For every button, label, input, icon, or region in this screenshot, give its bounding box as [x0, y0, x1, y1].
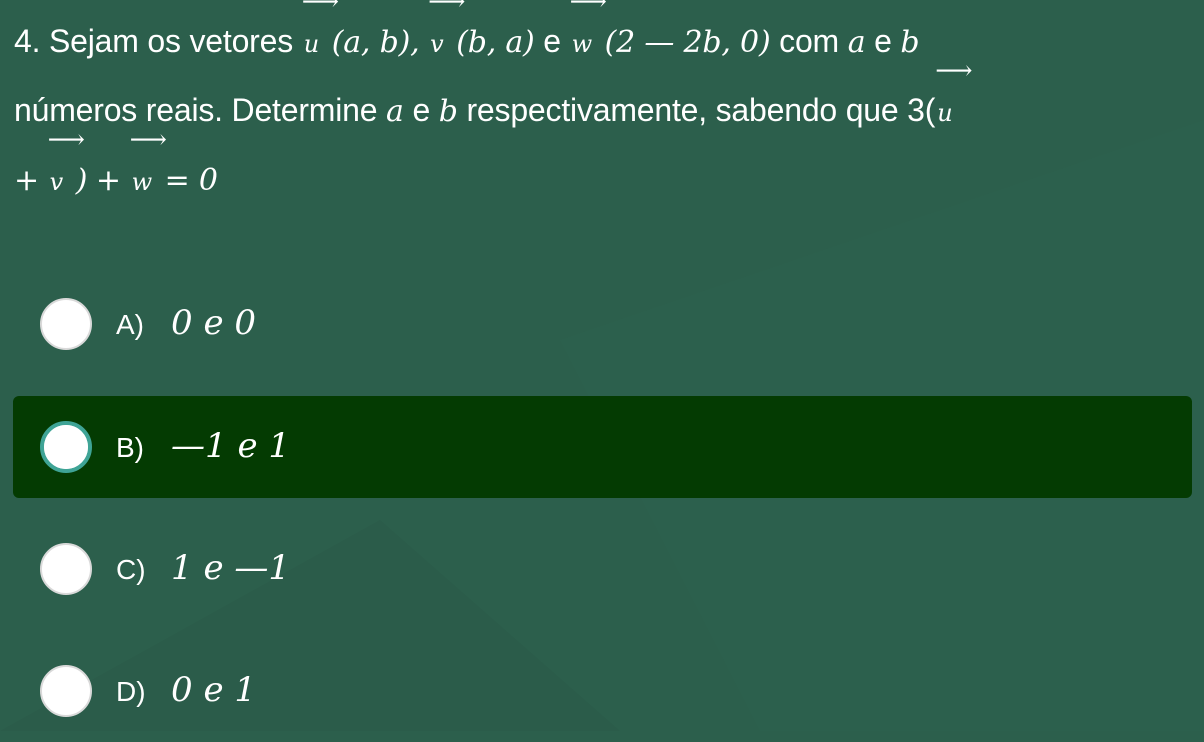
conjunction: e	[412, 92, 431, 128]
question-text: 4. Sejam os vetores ⟶ u (a, b), ⟶ v (b, a)…	[14, 0, 1194, 215]
option-value: 0 e 1	[171, 670, 256, 710]
option-c[interactable]: C) 1 e —1	[13, 518, 1192, 620]
plus-sign: +	[95, 163, 121, 198]
vector-u: ⟶ u	[301, 0, 339, 58]
plus-sign: +	[14, 163, 39, 198]
com-word: com	[779, 23, 840, 59]
option-b[interactable]: B) —1 e 1	[13, 396, 1192, 498]
radio-button-icon[interactable]	[40, 298, 92, 350]
radio-button-icon[interactable]	[40, 665, 92, 717]
vector-v: ⟶ v	[47, 125, 85, 196]
radio-button-selected-icon[interactable]	[40, 421, 92, 473]
equals-zero: = 0	[164, 163, 218, 198]
option-value: —1 e 1	[171, 426, 290, 466]
option-letter: A)	[116, 309, 144, 340]
radio-button-icon[interactable]	[40, 543, 92, 595]
vector-v-components: (b, a)	[456, 25, 535, 60]
option-letter: B)	[116, 432, 144, 463]
variable-a: a	[847, 25, 866, 60]
question-number: 4.	[14, 23, 41, 59]
variable-b: b	[438, 94, 458, 129]
variable-b: b	[900, 25, 920, 60]
option-a[interactable]: A) 0 e 0	[13, 273, 1192, 375]
option-value: 0 e 0	[171, 303, 256, 343]
variable-a: a	[386, 94, 404, 129]
question-line2: números reais. Determine	[14, 92, 378, 128]
vector-w-components: (2 — 2b, 0)	[604, 25, 771, 60]
question-intro: Sejam os vetores	[49, 23, 294, 59]
conjunction: e	[874, 23, 892, 59]
conjunction: e	[543, 23, 561, 59]
option-value: 1 e —1	[171, 548, 290, 588]
vector-u: ⟶ u	[935, 56, 973, 127]
vector-u-components: (a, b),	[331, 25, 420, 60]
question-line2-rest: respectivamente, sabendo que 3(	[466, 92, 936, 128]
option-d[interactable]: D) 0 e 1	[13, 640, 1192, 742]
vector-v: ⟶ v	[428, 0, 466, 58]
close-paren: )	[75, 163, 88, 198]
option-letter: D)	[116, 676, 146, 707]
option-letter: C)	[116, 554, 146, 585]
vector-w: ⟶ w	[129, 125, 167, 196]
vector-w: ⟶ w	[569, 0, 607, 58]
